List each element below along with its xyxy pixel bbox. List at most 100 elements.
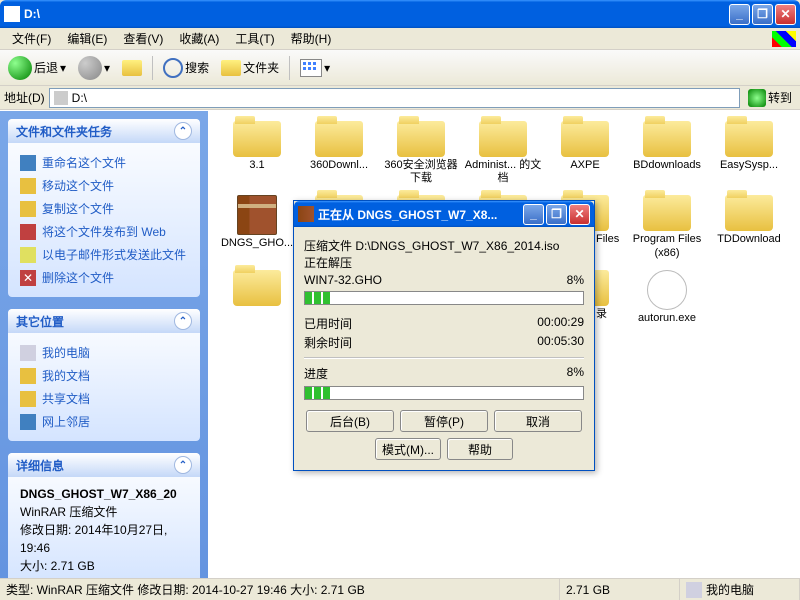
delete-icon: ✕ (20, 270, 36, 286)
menu-tools[interactable]: 工具(T) (227, 28, 282, 49)
menu-bar: 文件(F) 编辑(E) 查看(V) 收藏(A) 工具(T) 帮助(H) (0, 28, 800, 50)
views-button[interactable]: ▾ (296, 57, 334, 79)
places-header[interactable]: 其它位置 ⌃ (8, 309, 200, 333)
cancel-button[interactable]: 取消 (494, 410, 582, 432)
details-date: 修改日期: 2014年10月27日, 19:46 (20, 521, 188, 557)
file-item[interactable]: autorun.exe (626, 268, 708, 327)
file-item[interactable]: 3.1 (216, 119, 298, 187)
folders-button[interactable]: 文件夹 (217, 57, 283, 78)
file-item[interactable]: 360Downl... (298, 119, 380, 187)
minimize-button[interactable]: _ (729, 4, 750, 25)
address-bar: 地址(D) D:\ 转到 (0, 86, 800, 110)
file-item[interactable]: Program Files (x86) (626, 193, 708, 261)
back-icon (8, 56, 32, 80)
chevron-down-icon: ▾ (104, 61, 110, 75)
back-label: 后退 (34, 59, 58, 76)
file-item[interactable] (216, 268, 298, 327)
address-label: 地址(D) (4, 89, 45, 106)
places-title: 其它位置 (16, 313, 64, 330)
folder-icon (725, 121, 773, 157)
folder-up-icon (122, 60, 142, 76)
place-network[interactable]: 网上邻居 (20, 410, 188, 433)
folder-icon (643, 121, 691, 157)
dialog-minimize-button[interactable]: _ (523, 204, 544, 225)
file-label: BDdownloads (628, 159, 706, 172)
file-label: 3.1 (218, 159, 296, 172)
network-icon (20, 414, 36, 430)
dialog-close-button[interactable]: ✕ (569, 204, 590, 225)
task-move[interactable]: 移动这个文件 (20, 174, 188, 197)
rar-icon (237, 195, 277, 235)
file-item[interactable]: 360安全浏览器下载 (380, 119, 462, 187)
chevron-down-icon: ▾ (60, 61, 66, 75)
dialog-title: 正在从 DNGS_GHOST_W7_X8... (318, 206, 523, 223)
pause-button[interactable]: 暂停(P) (400, 410, 488, 432)
file-label: autorun.exe (628, 312, 706, 325)
status-location: 我的电脑 (680, 579, 800, 600)
dialog-buttons: 后台(B) 暂停(P) 取消 模式(M)... 帮助 (304, 410, 584, 460)
chevron-up-icon: ⌃ (174, 122, 192, 140)
details-body: DNGS_GHOST_W7_X86_20 WinRAR 压缩文件 修改日期: 2… (8, 477, 200, 578)
task-delete[interactable]: ✕删除这个文件 (20, 266, 188, 289)
file-item[interactable]: EasySysp... (708, 119, 790, 187)
go-button[interactable]: 转到 (744, 89, 796, 107)
details-header[interactable]: 详细信息 ⌃ (8, 453, 200, 477)
total-progress-fill (305, 387, 583, 399)
file-item[interactable]: Administ... 的文档 (462, 119, 544, 187)
mode-button[interactable]: 模式(M)... (375, 438, 441, 460)
maximize-button[interactable]: ❐ (752, 4, 773, 25)
background-button[interactable]: 后台(B) (306, 410, 394, 432)
tasks-header[interactable]: 文件和文件夹任务 ⌃ (8, 119, 200, 143)
address-input[interactable]: D:\ (49, 88, 740, 108)
back-button[interactable]: 后退 ▾ (4, 54, 70, 82)
dialog-maximize-button[interactable]: ❐ (546, 204, 567, 225)
task-rename[interactable]: 重命名这个文件 (20, 151, 188, 174)
menu-edit[interactable]: 编辑(E) (59, 28, 115, 49)
file-label: 360安全浏览器下载 (382, 159, 460, 185)
drive-icon (4, 6, 20, 22)
place-shared[interactable]: 共享文档 (20, 387, 188, 410)
place-docs[interactable]: 我的文档 (20, 364, 188, 387)
file-label: Program Files (x86) (628, 233, 706, 259)
task-copy[interactable]: 复制这个文件 (20, 197, 188, 220)
documents-icon (20, 368, 36, 384)
menu-view[interactable]: 查看(V) (115, 28, 171, 49)
current-file: WIN7-32.GHO (304, 273, 382, 287)
extract-dialog: 正在从 DNGS_GHOST_W7_X8... _ ❐ ✕ 压缩文件 D:\DN… (293, 200, 595, 471)
file-progress (304, 291, 584, 305)
task-publish[interactable]: 将这个文件发布到 Web (20, 220, 188, 243)
side-panel: 文件和文件夹任务 ⌃ 重命名这个文件 移动这个文件 复制这个文件 将这个文件发布… (0, 111, 208, 578)
menu-help[interactable]: 帮助(H) (283, 28, 340, 49)
place-computer[interactable]: 我的电脑 (20, 341, 188, 364)
disc-icon (647, 270, 687, 310)
file-item[interactable]: BDdownloads (626, 119, 708, 187)
file-label: TDDownload (710, 233, 788, 246)
search-button[interactable]: 搜索 (159, 56, 213, 80)
file-item[interactable]: DNGS_GHO... (216, 193, 298, 261)
up-button[interactable] (118, 58, 146, 78)
menu-file[interactable]: 文件(F) (4, 28, 59, 49)
search-label: 搜索 (185, 59, 209, 76)
task-email[interactable]: 以电子邮件形式发送此文件 (20, 243, 188, 266)
file-item[interactable]: AXPE (544, 119, 626, 187)
forward-button[interactable]: ▾ (74, 54, 114, 82)
menu-fav[interactable]: 收藏(A) (171, 28, 227, 49)
places-panel: 其它位置 ⌃ 我的电脑 我的文档 共享文档 网上邻居 (8, 309, 200, 441)
folder-icon (221, 60, 241, 76)
file-percent: 8% (567, 273, 584, 287)
file-label: EasySysp... (710, 159, 788, 172)
folder-icon (397, 121, 445, 157)
chevron-up-icon: ⌃ (174, 312, 192, 330)
folders-label: 文件夹 (243, 59, 279, 76)
dialog-body: 压缩文件 D:\DNGS_GHOST_W7_X86_2014.iso 正在解压 … (294, 227, 594, 470)
dialog-separator (304, 357, 584, 359)
computer-icon (686, 582, 702, 598)
help-button[interactable]: 帮助 (447, 438, 513, 460)
folder-icon (233, 121, 281, 157)
chevron-up-icon: ⌃ (174, 456, 192, 474)
archive-path: 压缩文件 D:\DNGS_GHOST_W7_X86_2014.iso (304, 237, 584, 254)
go-label: 转到 (768, 89, 792, 106)
shared-icon (20, 391, 36, 407)
file-item[interactable]: TDDownload (708, 193, 790, 261)
close-button[interactable]: ✕ (775, 4, 796, 25)
